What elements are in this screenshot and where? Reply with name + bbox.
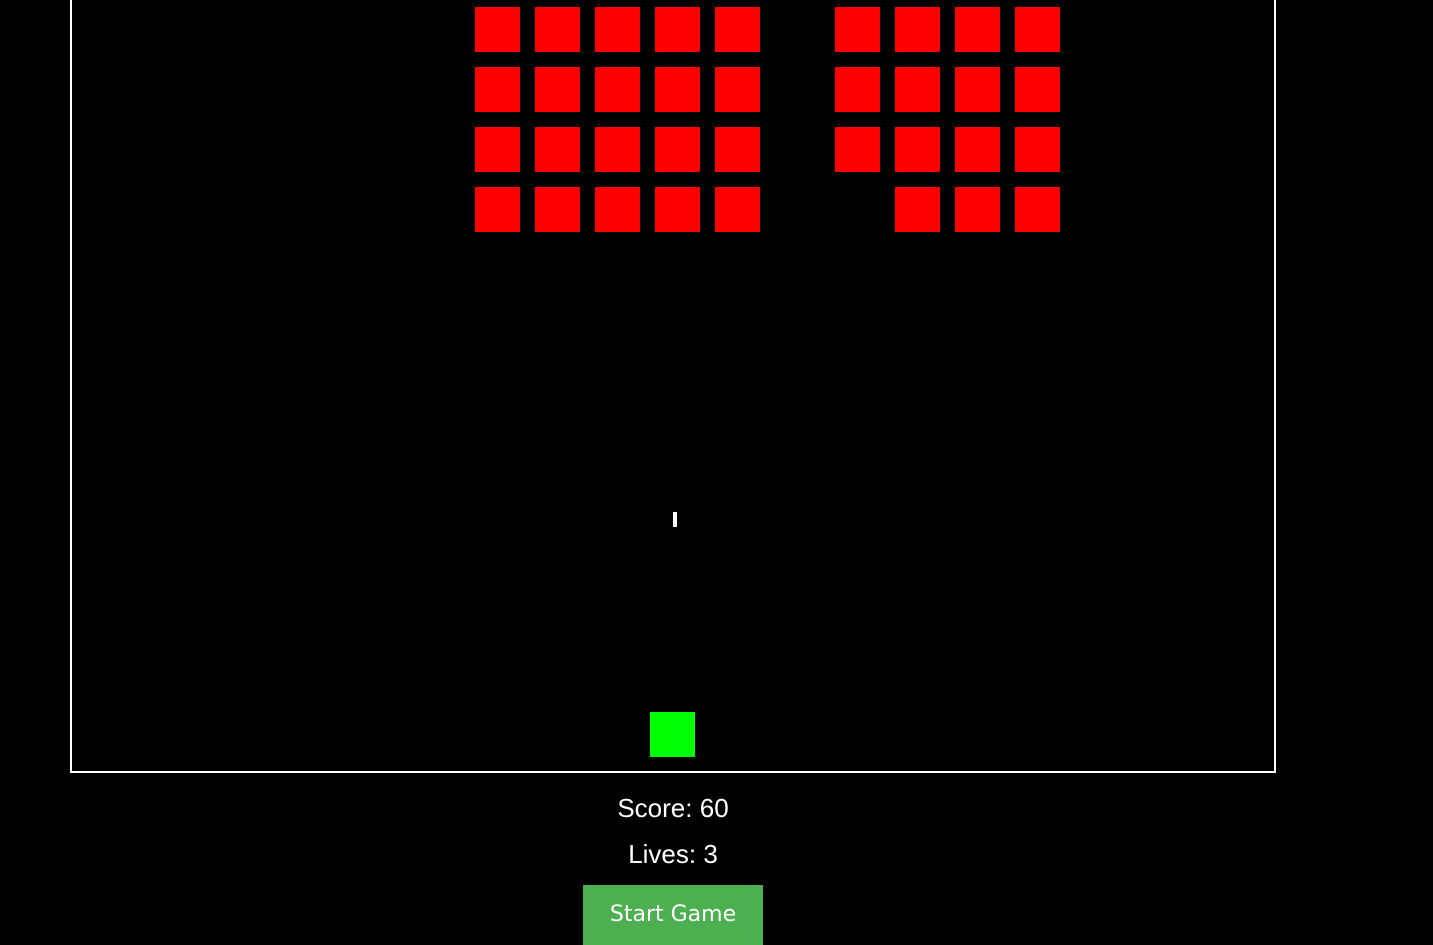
lives-display: Lives: 3 bbox=[0, 839, 1346, 869]
lives-value: 3 bbox=[703, 839, 718, 869]
enemy-block bbox=[715, 7, 760, 52]
score-display: Score: 60 bbox=[0, 793, 1346, 823]
enemy-block bbox=[835, 67, 880, 112]
enemy-block bbox=[715, 67, 760, 112]
player-ship bbox=[650, 712, 695, 757]
enemy-block bbox=[475, 7, 520, 52]
enemy-block bbox=[955, 187, 1000, 232]
enemy-block bbox=[955, 127, 1000, 172]
enemy-block bbox=[595, 67, 640, 112]
lives-label: Lives: bbox=[628, 839, 697, 869]
enemy-block bbox=[655, 67, 700, 112]
enemy-block bbox=[1015, 187, 1060, 232]
player-bullet bbox=[673, 512, 677, 527]
enemy-block bbox=[655, 127, 700, 172]
enemy-block bbox=[895, 7, 940, 52]
start-game-button[interactable]: Start Game bbox=[583, 885, 763, 945]
enemy-block bbox=[1015, 127, 1060, 172]
enemy-block bbox=[1015, 67, 1060, 112]
enemy-block bbox=[715, 127, 760, 172]
enemy-block bbox=[955, 7, 1000, 52]
enemy-block bbox=[475, 67, 520, 112]
enemy-block bbox=[595, 187, 640, 232]
enemy-block bbox=[895, 187, 940, 232]
enemy-block bbox=[535, 127, 580, 172]
enemy-block bbox=[595, 7, 640, 52]
enemy-block bbox=[535, 67, 580, 112]
game-board[interactable] bbox=[70, 0, 1276, 773]
start-game-button-label: Start Game bbox=[609, 902, 737, 927]
enemy-block bbox=[535, 187, 580, 232]
enemy-block bbox=[835, 127, 880, 172]
enemy-formation bbox=[72, 0, 1274, 771]
enemy-block bbox=[1015, 7, 1060, 52]
enemy-block bbox=[955, 67, 1000, 112]
enemy-block bbox=[535, 7, 580, 52]
score-value: 60 bbox=[699, 793, 729, 823]
enemy-block bbox=[475, 127, 520, 172]
enemy-block bbox=[475, 187, 520, 232]
enemy-block bbox=[655, 7, 700, 52]
enemy-block bbox=[835, 7, 880, 52]
score-label: Score: bbox=[617, 793, 693, 823]
enemy-block bbox=[895, 67, 940, 112]
enemy-block bbox=[595, 127, 640, 172]
enemy-block bbox=[715, 187, 760, 232]
enemy-block bbox=[655, 187, 700, 232]
enemy-block bbox=[895, 127, 940, 172]
